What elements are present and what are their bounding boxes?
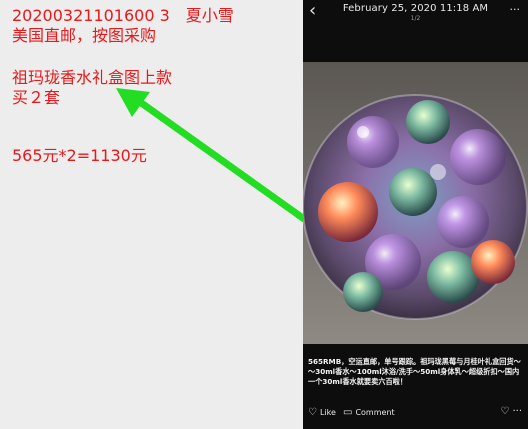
more-icon[interactable]: ··· bbox=[510, 3, 521, 16]
more-options-icon[interactable]: ♡ ··· bbox=[500, 406, 522, 417]
viewer-bottombar: ♡ Like ▭ Comment ♡ ··· bbox=[303, 404, 528, 422]
photo-counter: 1/2 bbox=[410, 15, 421, 22]
like-label: Like bbox=[319, 408, 336, 417]
post-caption: 565RMB，空运直邮，单号跟踪。祖玛珑黑莓与月桂叶礼盒回货～～30ml香水～1… bbox=[308, 357, 521, 386]
heart-icon: ♡ bbox=[308, 407, 317, 418]
viewer-topbar: ‹ February 25, 2020 11:18 AM 1/2 ··· bbox=[303, 0, 528, 24]
gift-box-image bbox=[303, 62, 528, 344]
comment-button[interactable]: ▭ Comment bbox=[343, 407, 395, 418]
post-timestamp: February 25, 2020 11:18 AM bbox=[342, 3, 489, 14]
comment-label: Comment bbox=[355, 408, 395, 417]
product-photo[interactable] bbox=[303, 62, 528, 344]
comment-icon: ▭ bbox=[343, 407, 353, 418]
photo-viewer: ‹ February 25, 2020 11:18 AM 1/2 ··· 565… bbox=[303, 0, 528, 429]
like-button[interactable]: ♡ Like bbox=[308, 407, 336, 418]
